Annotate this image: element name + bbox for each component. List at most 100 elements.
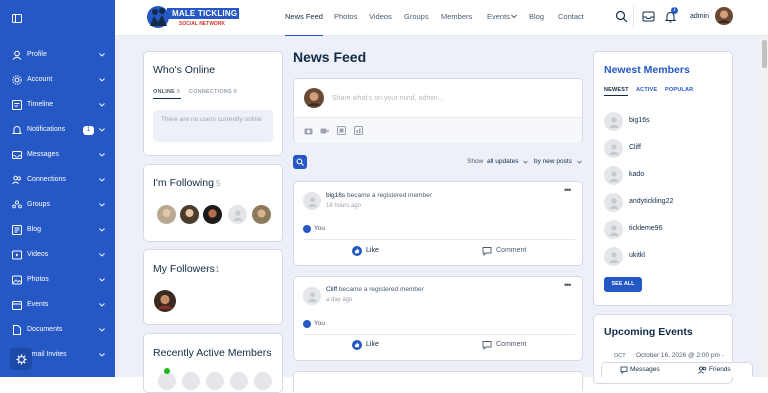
chevron-down-icon[interactable] <box>99 177 105 183</box>
avatar[interactable] <box>180 205 199 224</box>
sidebar-item-timeline[interactable]: Timeline <box>0 93 115 118</box>
member-item[interactable]: kado <box>604 166 724 186</box>
event-date[interactable]: October 16, 2026 @ 2:00 pm - <box>636 352 724 359</box>
nav-contact[interactable]: Contact <box>558 12 584 21</box>
avatar[interactable] <box>604 139 623 158</box>
avatar[interactable] <box>252 205 271 224</box>
tab-newest[interactable]: NEWEST <box>604 87 629 93</box>
member-item[interactable]: ukitkl <box>604 247 724 267</box>
camera-icon[interactable] <box>304 127 313 135</box>
tab-popular[interactable]: POPULAR <box>665 87 693 93</box>
sidebar-item-messages[interactable]: Messages <box>0 143 115 168</box>
member-name[interactable]: andytickling22 <box>629 198 673 205</box>
post-time[interactable]: a day ago <box>326 297 352 303</box>
chevron-down-icon[interactable] <box>99 277 105 283</box>
avatar[interactable] <box>154 290 176 312</box>
filter-dropdown[interactable]: all updates <box>487 158 518 165</box>
widget-title[interactable]: Newest Members <box>604 64 690 76</box>
user-name[interactable]: admin <box>690 13 709 20</box>
chevron-down-icon[interactable] <box>99 77 105 83</box>
sidebar-item-blog[interactable]: Blog <box>0 218 115 243</box>
chevron-down-icon[interactable] <box>99 202 105 208</box>
avatar[interactable] <box>303 192 321 210</box>
avatar[interactable] <box>228 205 247 224</box>
sidebar-item-groups[interactable]: Groups <box>0 193 115 218</box>
sidebar-item-videos[interactable]: Videos <box>0 243 115 268</box>
sidebar-item-photos[interactable]: Photos <box>0 268 115 293</box>
scrollbar-thumb[interactable] <box>762 40 767 68</box>
member-name[interactable]: Cliff <box>629 144 641 151</box>
sidebar-toggle[interactable] <box>0 0 115 36</box>
avatar[interactable] <box>182 372 200 390</box>
see-all-button[interactable]: SEE ALL <box>604 277 642 292</box>
inbox-icon[interactable] <box>642 10 655 23</box>
nav-photos[interactable]: Photos <box>334 12 357 21</box>
post-author[interactable]: Cliff <box>326 286 337 293</box>
avatar[interactable] <box>206 372 224 390</box>
reaction-summary[interactable]: You <box>314 320 325 327</box>
settings-gear-button[interactable] <box>10 348 32 370</box>
like-button[interactable]: Like <box>352 246 412 258</box>
post-author[interactable]: big16s <box>326 192 345 199</box>
sidebar-item-profile[interactable]: Profile <box>0 43 115 68</box>
sidebar-item-notifications[interactable]: Notifications 1 <box>0 118 115 143</box>
feed-search-button[interactable] <box>293 155 307 169</box>
composer-input[interactable]: Share what's on your mind, admin... <box>332 95 572 102</box>
sidebar-toggle-icon[interactable] <box>12 13 22 23</box>
site-logo[interactable]: MALE TICKLING SOCIAL NETWORK <box>145 2 240 32</box>
chevron-down-icon[interactable] <box>99 252 105 258</box>
avatar[interactable] <box>157 205 176 224</box>
avatar[interactable] <box>303 287 321 305</box>
more-options-icon[interactable]: ••• <box>564 280 572 290</box>
chevron-down-icon[interactable] <box>99 52 105 58</box>
sidebar-item-events[interactable]: Events <box>0 293 115 318</box>
member-name[interactable]: kado <box>629 171 644 178</box>
sidebar-item-documents[interactable]: Documents <box>0 318 115 343</box>
sidebar-item-account[interactable]: Account <box>0 68 115 93</box>
nav-blog[interactable]: Blog <box>529 12 544 21</box>
like-button[interactable]: Like <box>352 340 412 352</box>
avatar[interactable] <box>604 247 623 266</box>
member-name[interactable]: big16s <box>629 117 650 124</box>
tab-online[interactable]: ONLINE 0 <box>153 89 180 95</box>
comment-button[interactable]: Comment <box>482 340 542 352</box>
avatar[interactable] <box>158 372 176 390</box>
member-item[interactable]: andytickling22 <box>604 193 724 213</box>
post-time[interactable]: 18 hours ago <box>326 203 361 209</box>
nav-events[interactable]: Events <box>487 12 510 21</box>
chevron-down-icon[interactable] <box>99 102 105 108</box>
sort-dropdown[interactable]: by new posts <box>534 158 572 165</box>
avatar[interactable] <box>715 7 733 25</box>
chevron-down-icon[interactable] <box>99 127 105 133</box>
chevron-down-icon[interactable] <box>99 227 105 233</box>
avatar[interactable] <box>254 372 272 390</box>
member-name[interactable]: ukitkl <box>629 252 645 259</box>
member-item[interactable]: big16s <box>604 112 724 132</box>
chevron-down-icon[interactable] <box>99 152 105 158</box>
nav-videos[interactable]: Videos <box>369 12 392 21</box>
avatar[interactable] <box>604 112 623 131</box>
nav-news-feed[interactable]: News Feed <box>285 12 323 37</box>
tab-connections[interactable]: CONNECTIONS 0 <box>189 89 237 95</box>
avatar[interactable] <box>604 166 623 185</box>
member-name[interactable]: tickleme96 <box>629 225 662 232</box>
nav-members[interactable]: Members <box>441 12 472 21</box>
member-item[interactable]: tickleme96 <box>604 220 724 240</box>
avatar[interactable] <box>203 205 222 224</box>
avatar[interactable] <box>230 372 248 390</box>
comment-button[interactable]: Comment <box>482 246 542 258</box>
document-icon[interactable] <box>337 126 346 135</box>
avatar[interactable] <box>604 220 623 239</box>
video-icon[interactable] <box>320 127 329 135</box>
reaction-summary[interactable]: You <box>314 225 325 232</box>
member-item[interactable]: Cliff <box>604 139 724 159</box>
tab-active[interactable]: ACTIVE <box>636 87 657 93</box>
sidebar-item-connections[interactable]: Connections <box>0 168 115 193</box>
chevron-down-icon[interactable] <box>99 352 105 358</box>
avatar[interactable] <box>604 193 623 212</box>
chevron-down-icon[interactable] <box>99 327 105 333</box>
search-icon[interactable] <box>615 10 628 23</box>
chevron-down-icon[interactable] <box>99 302 105 308</box>
more-options-icon[interactable]: ••• <box>564 185 572 195</box>
nav-groups[interactable]: Groups <box>404 12 429 21</box>
